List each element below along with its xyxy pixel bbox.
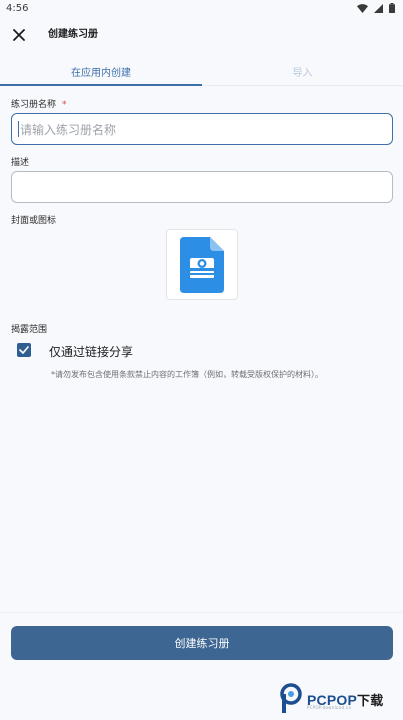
tab-import[interactable]: 导入: [202, 56, 403, 86]
name-label-text: 练习册名称: [11, 100, 57, 110]
watermark-suffix: 下载: [357, 692, 384, 708]
document-image-icon: [180, 236, 224, 293]
description-field-label: 描述: [11, 158, 30, 168]
status-bar: 4:56: [0, 0, 403, 16]
watermark: PCPOP下载 PCPOP.download.cn: [280, 682, 400, 716]
close-button[interactable]: [8, 24, 30, 46]
workbook-name-input[interactable]: 请输入练习册名称: [11, 113, 393, 145]
cover-field-label: 封面或图标: [11, 216, 57, 226]
battery-icon: [389, 3, 395, 13]
cover-picker[interactable]: [166, 229, 238, 300]
screen: 4:56 创建练习册 在应用内创建 导入 练习册名称 * 请输入练习册名称 描述…: [0, 0, 403, 720]
wifi-icon: [357, 3, 368, 13]
page-title: 创建练习册: [48, 29, 98, 40]
workbook-name-placeholder: 请输入练习册名称: [20, 122, 117, 137]
tab-create-in-app[interactable]: 在应用内创建: [0, 56, 202, 86]
share-via-link-label[interactable]: 仅通过链接分享: [49, 343, 133, 360]
bottom-divider: [0, 612, 403, 613]
app-bar: 创建练习册: [0, 16, 403, 56]
name-field-label: 练习册名称 *: [11, 97, 67, 110]
active-tab-indicator: [0, 84, 202, 86]
watermark-subtext: PCPOP.download.cn: [307, 705, 352, 710]
status-time: 4:56: [6, 2, 29, 14]
tab-bar: 在应用内创建 导入: [0, 56, 403, 86]
watermark-logo-icon: [280, 683, 302, 713]
share-via-link-checkbox[interactable]: [17, 343, 31, 357]
terms-note: *请勿发布包含使用条款禁止内容的工作簿（例如，转载受版权保护的材料）。: [51, 370, 323, 379]
visibility-field-label: 揭露范围: [11, 325, 48, 335]
checkmark-icon: [19, 346, 29, 354]
required-mark: *: [62, 100, 67, 110]
status-icons: [357, 3, 395, 13]
create-workbook-button[interactable]: 创建练习册: [11, 626, 393, 660]
signal-icon: [374, 3, 383, 13]
close-icon: [13, 29, 25, 41]
text-caret: [18, 121, 19, 137]
description-input[interactable]: [11, 171, 393, 203]
